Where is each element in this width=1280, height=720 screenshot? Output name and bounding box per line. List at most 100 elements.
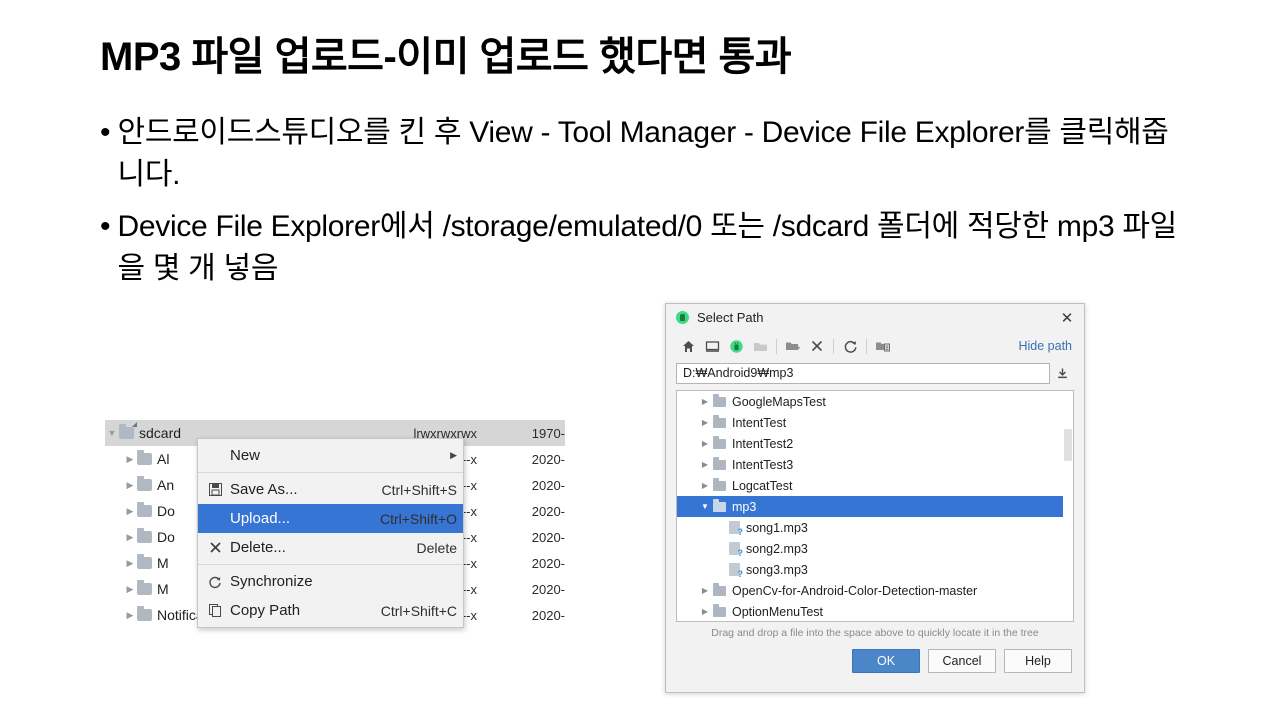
show-hidden-icon[interactable] (871, 334, 895, 358)
tree-item[interactable]: song3.mp3 (677, 559, 1073, 580)
tree-item[interactable]: ▶ OptionMenuTest (677, 601, 1073, 622)
menu-item-label: Upload... (230, 510, 364, 527)
tree-item-label: OptionMenuTest (732, 605, 823, 619)
modified-date: 2020- (532, 556, 565, 571)
chevron-right-icon[interactable]: ▶ (697, 391, 713, 412)
bullet-marker-icon: • (100, 112, 111, 154)
bullet-text: Device File Explorer에서 /storage/emulated… (118, 206, 1180, 290)
menu-item-upload[interactable]: Upload... Ctrl+Shift+O (198, 504, 463, 533)
modified-date: 2020- (532, 478, 565, 493)
context-menu[interactable]: New ▶ Save As... Ctrl+Shift+S Upload... … (197, 438, 464, 628)
blank-icon (204, 445, 226, 467)
ok-button[interactable]: OK (852, 649, 920, 673)
menu-item-label: Save As... (230, 481, 366, 498)
folder-icon (137, 479, 152, 491)
mp3-file-icon (729, 521, 740, 534)
mp3-file-icon (729, 563, 740, 576)
chevron-right-icon[interactable]: ▶ (697, 454, 713, 475)
folder-icon (137, 583, 152, 595)
home-icon[interactable] (676, 334, 700, 358)
path-input[interactable]: D:₩Android9₩mp3 (676, 363, 1050, 384)
desktop-icon[interactable] (700, 334, 724, 358)
chevron-right-icon[interactable]: ▶ (123, 472, 137, 498)
page-title: MP3 파일 업로드-이미 업로드 했다면 통과 (100, 24, 1100, 82)
select-path-dialog: Select Path ✕ Hide path (665, 303, 1085, 693)
chevron-right-icon[interactable]: ▶ (697, 580, 713, 601)
tree-item-label: GoogleMapsTest (732, 395, 826, 409)
menu-divider (198, 564, 463, 565)
menu-divider (198, 472, 463, 473)
tree-item-label: OpenCv-for-Android-Color-Detection-maste… (732, 584, 977, 598)
dialog-title: Select Path (697, 310, 1058, 325)
dialog-buttons: OK Cancel Help (666, 639, 1084, 673)
chevron-down-icon[interactable]: ▼ (105, 420, 119, 446)
chevron-right-icon[interactable]: ▶ (123, 524, 137, 550)
chevron-right-icon[interactable]: ▶ (697, 433, 713, 454)
chevron-right-icon[interactable]: ▶ (123, 498, 137, 524)
menu-item-synchronize[interactable]: Synchronize (198, 567, 463, 596)
modified-date: 2020- (532, 504, 565, 519)
tree-item-label: IntentTest2 (732, 437, 793, 451)
bullet-marker-icon: • (100, 206, 111, 248)
scrollbar-thumb[interactable] (1064, 429, 1072, 461)
tree-item[interactable]: ▶ IntentTest3 (677, 454, 1073, 475)
menu-item-copy-path[interactable]: Copy Path Ctrl+Shift+C (198, 596, 463, 625)
chevron-right-icon[interactable]: ▶ (123, 576, 137, 602)
tree-item[interactable]: ▶ LogcatTest (677, 475, 1073, 496)
file-tree[interactable]: ▶ GoogleMapsTest ▶ IntentTest ▶ IntentTe… (676, 390, 1074, 622)
help-button[interactable]: Help (1004, 649, 1072, 673)
mp3-file-icon (729, 542, 740, 555)
modified-date: 2020- (532, 452, 565, 467)
refresh-icon[interactable] (838, 334, 862, 358)
new-folder-icon[interactable] (781, 334, 805, 358)
tree-item[interactable]: ▶ IntentTest (677, 412, 1073, 433)
delete-icon[interactable] (805, 334, 829, 358)
close-icon[interactable]: ✕ (1058, 309, 1076, 327)
scrollbar[interactable] (1063, 391, 1073, 621)
folder-icon (713, 439, 726, 449)
menu-item-label: Synchronize (230, 573, 441, 590)
tree-item[interactable]: ▶ IntentTest2 (677, 433, 1073, 454)
folder-icon (137, 453, 152, 465)
chevron-right-icon[interactable]: ▶ (697, 412, 713, 433)
tree-item-label: song2.mp3 (746, 542, 808, 556)
folder-icon (713, 481, 726, 491)
chevron-down-icon[interactable]: ▼ (697, 496, 713, 517)
modified-date: 2020- (532, 582, 565, 597)
menu-item-new[interactable]: New ▶ (198, 441, 463, 470)
file-name: An (157, 477, 174, 493)
chevron-right-icon[interactable]: ▶ (123, 446, 137, 472)
menu-item-shortcut: Delete (417, 540, 457, 556)
menu-item-delete[interactable]: Delete... Delete (198, 533, 463, 562)
menu-item-label: Delete... (230, 539, 401, 556)
cancel-button[interactable]: Cancel (928, 649, 996, 673)
tree-item-selected[interactable]: ▼ mp3 (677, 496, 1073, 517)
bullet-text: 안드로이드스튜디오를 킨 후 View - Tool Manager - Dev… (118, 112, 1180, 196)
tree-item-label: IntentTest (732, 416, 786, 430)
tree-item[interactable]: song2.mp3 (677, 538, 1073, 559)
tree-item-label: song3.mp3 (746, 563, 808, 577)
chevron-right-icon[interactable]: ▶ (697, 475, 713, 496)
tree-item[interactable]: song1.mp3 (677, 517, 1073, 538)
copy-icon (204, 600, 226, 622)
collapse-icon[interactable] (1050, 362, 1074, 384)
android-icon (676, 311, 689, 324)
folder-icon (713, 502, 726, 512)
android-icon[interactable] (724, 334, 748, 358)
toolbar-divider (866, 339, 867, 354)
hide-path-link[interactable]: Hide path (1018, 339, 1072, 353)
toolbar-divider (776, 339, 777, 354)
tree-item-label: IntentTest3 (732, 458, 793, 472)
tree-item[interactable]: ▶ GoogleMapsTest (677, 391, 1073, 412)
chevron-right-icon[interactable]: ▶ (123, 550, 137, 576)
drag-drop-hint: Drag and drop a file into the space abov… (666, 627, 1084, 639)
file-name: Do (157, 503, 175, 519)
menu-item-save-as[interactable]: Save As... Ctrl+Shift+S (198, 475, 463, 504)
folder-link-icon (119, 427, 134, 439)
chevron-right-icon[interactable]: ▶ (123, 602, 137, 628)
chevron-right-icon[interactable]: ▶ (697, 601, 713, 622)
close-icon (204, 537, 226, 559)
tree-item[interactable]: ▶ OpenCv-for-Android-Color-Detection-mas… (677, 580, 1073, 601)
list-item: • Device File Explorer에서 /storage/emulat… (100, 206, 1180, 290)
path-row: D:₩Android9₩mp3 (666, 362, 1084, 384)
